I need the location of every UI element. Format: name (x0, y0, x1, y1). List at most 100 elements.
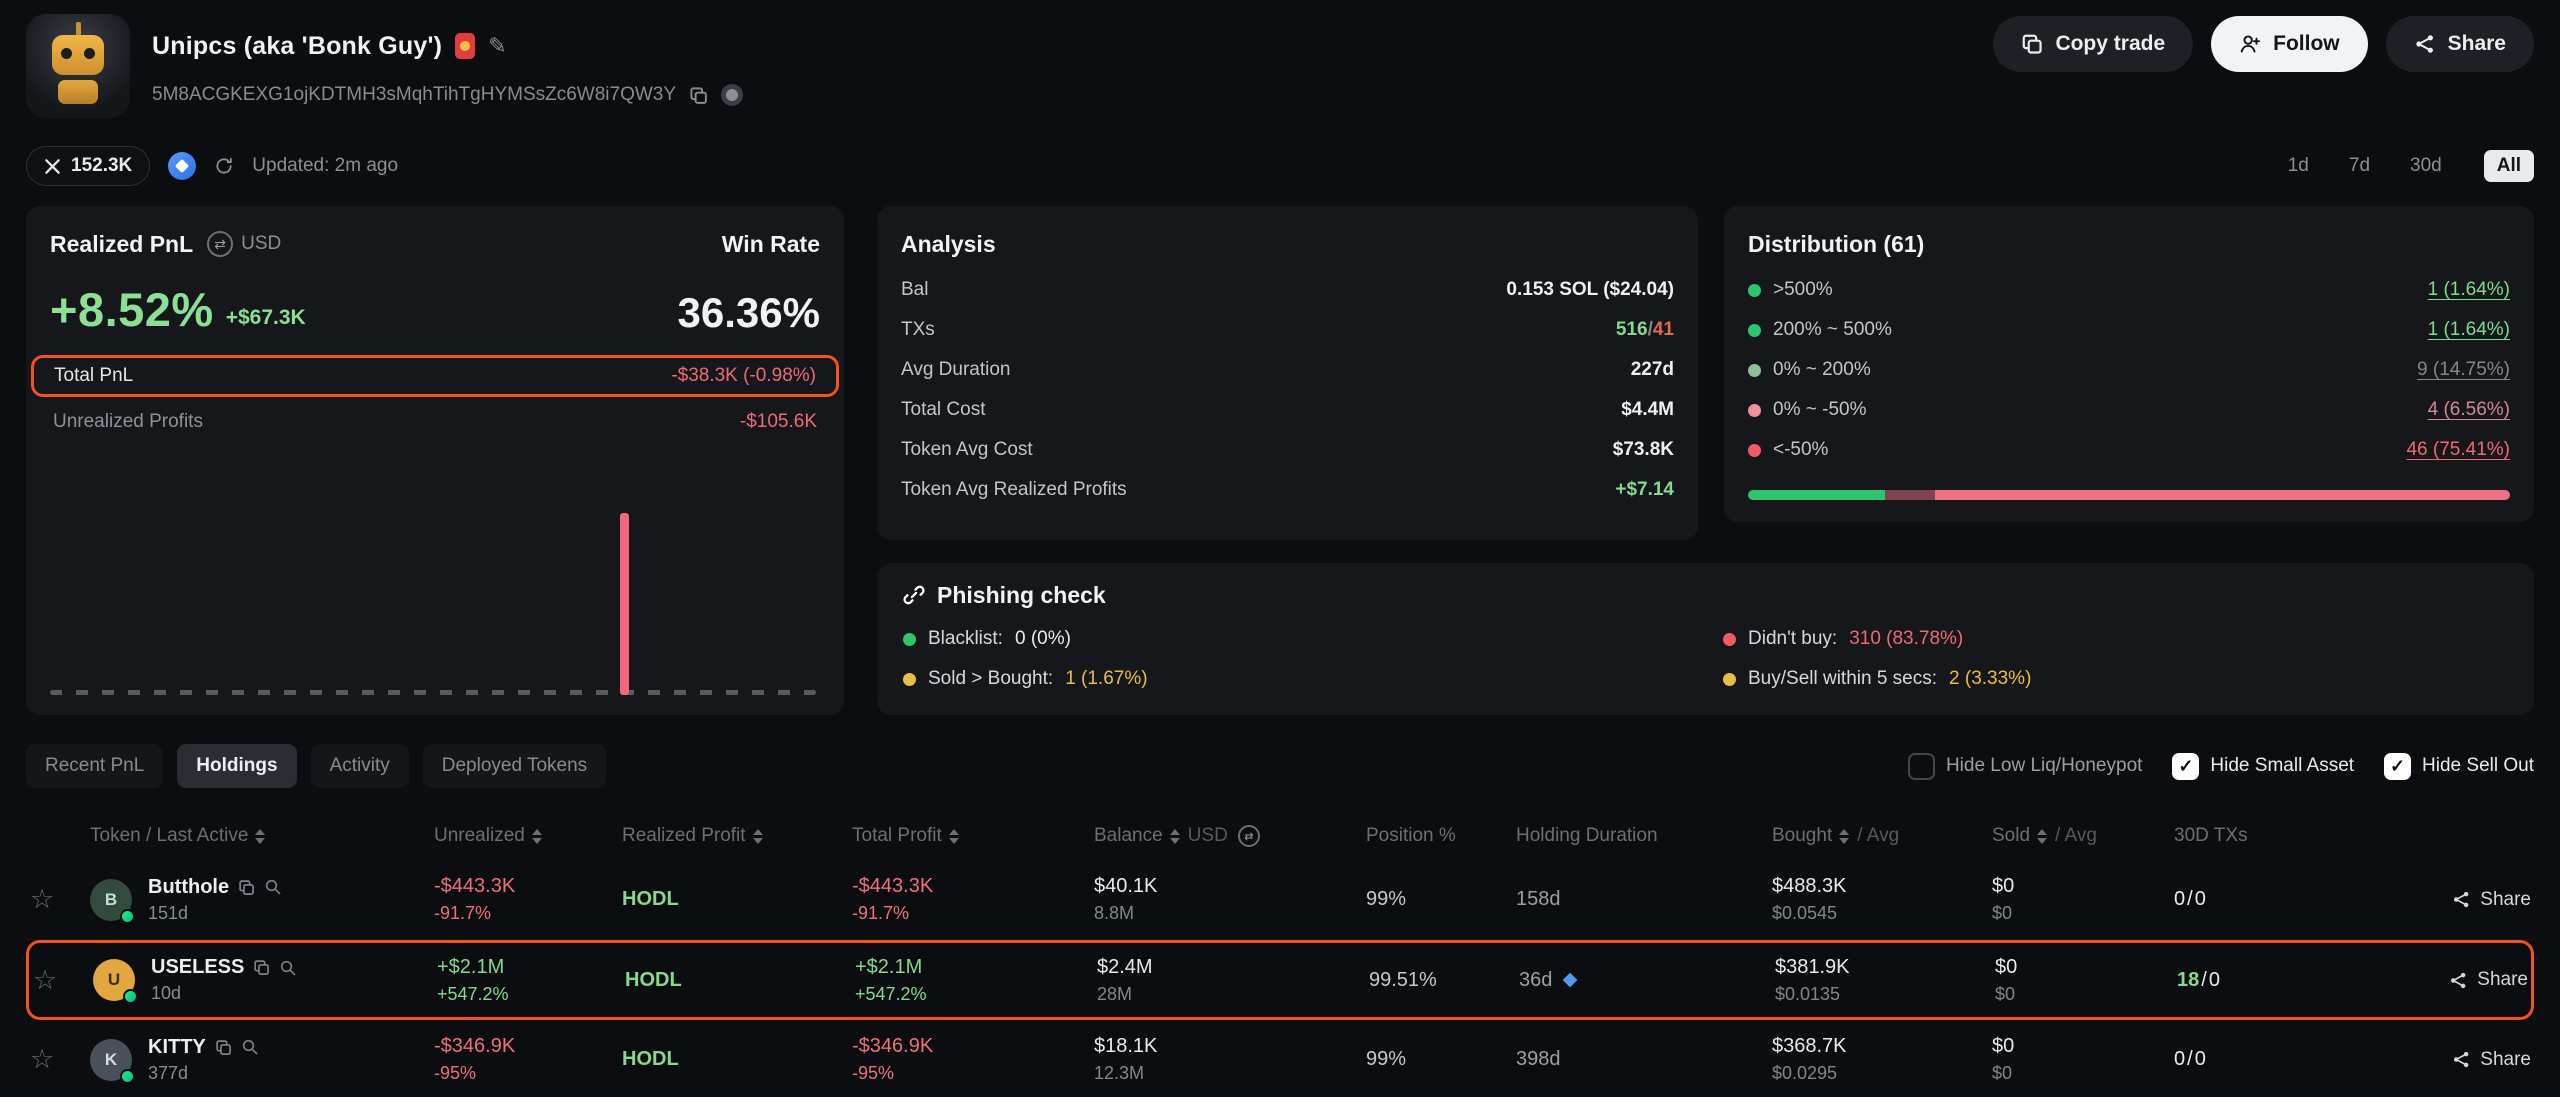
cell-total-profit: -$346.9K-95% (852, 1035, 1094, 1084)
share-label: Share (2448, 32, 2506, 56)
verified-badge-icon[interactable] (168, 152, 196, 180)
usd-toggle-icon[interactable]: ⇄ (1238, 825, 1260, 847)
currency-label: USD (241, 233, 281, 255)
star-icon[interactable]: ☆ (26, 1044, 54, 1074)
distribution-bar-segment (1885, 490, 1935, 500)
distribution-dot (1748, 324, 1761, 337)
search-icon[interactable] (279, 959, 297, 977)
cell-sold: $0$0 (1995, 956, 2177, 1005)
total-pnl-highlight: Total PnL -$38.3K (-0.98%) (31, 355, 839, 397)
share-icon (2414, 33, 2436, 55)
x-icon (44, 158, 61, 175)
avatar (26, 14, 130, 118)
search-icon[interactable] (264, 878, 282, 896)
win-rate-value: 36.36% (678, 289, 820, 337)
x-followers-badge[interactable]: 152.3K (26, 146, 150, 186)
tab-holdings[interactable]: Holdings (177, 744, 296, 788)
checkbox[interactable]: ✓ (2172, 753, 2199, 780)
sort-icon[interactable] (949, 829, 959, 844)
row-share-button[interactable]: Share (2344, 889, 2534, 911)
filter-hide-small-asset[interactable]: ✓ Hide Small Asset (2172, 753, 2354, 780)
col-bought[interactable]: Bought/ Avg (1772, 825, 1992, 847)
col-unrealized[interactable]: Unrealized (434, 825, 622, 847)
analysis-row: TXs 516/41 (901, 310, 1674, 350)
sort-icon[interactable] (255, 829, 265, 844)
pnl-chart-baseline (50, 690, 816, 695)
cell-holding-duration: 158d (1516, 888, 1772, 911)
table-row-butthole[interactable]: ☆ B Butthole 151d -$443.3K-91.7% HODL -$… (26, 860, 2534, 940)
wallet-dashboard-page: Unipcs (aka 'Bonk Guy') ✎ 5M8ACGKEXG1ojK… (0, 0, 2560, 1097)
cell-sold: $0$0 (1992, 1035, 2174, 1084)
col-holding-duration: Holding Duration (1516, 825, 1772, 847)
meta-row: 152.3K Updated: 2m ago 1d 7d 30d All (26, 146, 2534, 186)
table-row-useless[interactable]: ☆ U USELESS 10d +$2.1M+547.2% HODL +$2.1… (26, 940, 2534, 1020)
token-last-active: 377d (148, 1063, 259, 1084)
refresh-icon[interactable] (214, 156, 234, 176)
token-name[interactable]: USELESS (151, 956, 244, 979)
row-share-button[interactable]: Share (2344, 1049, 2534, 1071)
star-icon[interactable]: ☆ (26, 884, 54, 914)
follow-button[interactable]: Follow (2211, 16, 2368, 72)
token-name[interactable]: KITTY (148, 1036, 206, 1059)
token-name[interactable]: Butthole (148, 876, 229, 899)
star-icon[interactable]: ☆ (29, 965, 57, 995)
checkbox[interactable]: ✓ (2384, 753, 2411, 780)
cell-total-profit: +$2.1M+547.2% (855, 956, 1097, 1005)
distribution-dot (1748, 404, 1761, 417)
cell-balance: $18.1K12.3M (1094, 1035, 1366, 1084)
link-icon (903, 584, 925, 606)
filter-hide-low-liq[interactable]: ✓ Hide Low Liq/Honeypot (1908, 753, 2142, 780)
pnl-chart-bar (620, 513, 629, 695)
copy-trade-icon (2021, 33, 2043, 55)
time-filter-all[interactable]: All (2484, 150, 2534, 182)
copy-icon[interactable] (238, 879, 255, 896)
cell-balance: $40.1K8.8M (1094, 875, 1366, 924)
copy-icon[interactable] (253, 959, 270, 976)
sort-icon[interactable] (1839, 829, 1849, 844)
tab-deployed-tokens[interactable]: Deployed Tokens (423, 744, 606, 788)
share-icon (2449, 971, 2468, 990)
col-sold[interactable]: Sold/ Avg (1992, 825, 2174, 847)
sort-icon[interactable] (1170, 829, 1180, 844)
token-avatar: K (90, 1039, 132, 1081)
token-avatar: B (90, 879, 132, 921)
cell-position: 99.51% (1369, 969, 1519, 992)
search-icon[interactable] (241, 1038, 259, 1056)
col-total-profit[interactable]: Total Profit (852, 825, 1094, 847)
tabs-row: Recent PnL Holdings Activity Deployed To… (26, 744, 2534, 788)
phishing-item-blacklist: Blacklist: 0 (0%) (903, 619, 1723, 659)
explorer-icon[interactable] (721, 84, 743, 106)
edit-icon[interactable]: ✎ (488, 33, 506, 59)
copy-trade-button[interactable]: Copy trade (1993, 16, 2193, 72)
distribution-row: 0% ~ -50% 4 (6.56%) (1748, 390, 2510, 430)
col-realized-profit[interactable]: Realized Profit (622, 825, 852, 847)
realized-pnl-title: Realized PnL (50, 231, 193, 258)
check-icon: ✓ (2178, 757, 2193, 775)
cell-realized-profit: HODL (625, 969, 855, 992)
sort-icon[interactable] (753, 829, 763, 844)
distribution-row: <-50% 46 (75.41%) (1748, 430, 2510, 470)
filter-hide-sell-out[interactable]: ✓ Hide Sell Out (2384, 753, 2534, 780)
copy-icon[interactable] (215, 1039, 232, 1056)
chain-badge-icon (123, 989, 138, 1004)
share-button[interactable]: Share (2386, 16, 2534, 72)
time-filter-7d[interactable]: 7d (2349, 155, 2370, 177)
cell-bought: $488.3K$0.0545 (1772, 875, 1992, 924)
distribution-row: 200% ~ 500% 1 (1.64%) (1748, 310, 2510, 350)
row-share-button[interactable]: Share (2347, 969, 2531, 991)
col-token[interactable]: Token / Last Active (90, 825, 434, 847)
table-row-kitty[interactable]: ☆ K KITTY 377d -$346.9K-95% HODL -$346.9… (26, 1020, 2534, 1097)
currency-swap-icon[interactable]: ⇄ (207, 231, 233, 257)
time-filter-30d[interactable]: 30d (2410, 155, 2442, 177)
copy-address-icon[interactable] (689, 86, 708, 105)
pnl-percent: +8.52% (50, 282, 214, 337)
col-balance[interactable]: BalanceUSD⇄ (1094, 825, 1366, 847)
tab-recent-pnl[interactable]: Recent PnL (26, 744, 163, 788)
tab-activity[interactable]: Activity (311, 744, 409, 788)
sort-icon[interactable] (2037, 829, 2047, 844)
sort-icon[interactable] (532, 829, 542, 844)
check-icon: ✓ (2390, 757, 2405, 775)
holdings-table: ☆ B Butthole 151d -$443.3K-91.7% HODL -$… (26, 860, 2534, 1097)
checkbox[interactable]: ✓ (1908, 753, 1935, 780)
time-filter-1d[interactable]: 1d (2288, 155, 2309, 177)
